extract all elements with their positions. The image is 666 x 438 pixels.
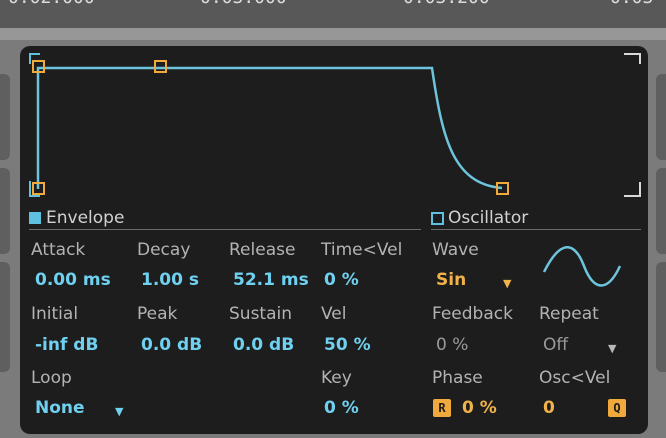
quantize-button[interactable]: Q — [608, 399, 626, 417]
envelope-section-title: Envelope — [46, 208, 125, 228]
peak-label: Peak — [137, 304, 178, 324]
right-device-edge — [656, 168, 666, 254]
time-vel-value[interactable]: 0 % — [324, 270, 359, 290]
right-device-edge — [656, 74, 666, 160]
left-device-edge — [0, 262, 10, 372]
loop-mode-dropdown[interactable]: None — [35, 398, 85, 418]
attack-label: Attack — [31, 240, 86, 260]
repeat-dropdown[interactable]: Off — [543, 335, 568, 355]
phase-retrigger-button[interactable]: R — [433, 399, 451, 417]
sine-wave-icon — [542, 246, 622, 287]
arrangement-time-ruler: 0:02:000 0:03:000 0:03:200 0:03 — [0, 0, 666, 28]
vel-value[interactable]: 50 % — [324, 335, 371, 355]
corner-bracket — [624, 53, 641, 64]
decay-breakpoint-handle[interactable] — [154, 60, 167, 73]
oscillator-section-indicator-icon — [431, 212, 444, 225]
osc-vel-label: Osc<Vel — [539, 368, 611, 388]
wave-dropdown-chevron-icon[interactable]: ▼ — [503, 277, 511, 290]
section-divider — [29, 229, 421, 230]
sustain-value[interactable]: 0.0 dB — [233, 335, 294, 355]
initial-label: Initial — [31, 304, 79, 324]
ruler-band — [0, 28, 666, 40]
wave-label: Wave — [432, 240, 479, 260]
key-label: Key — [321, 368, 352, 388]
wave-type-dropdown[interactable]: Sin — [436, 270, 466, 290]
left-device-edge — [0, 74, 10, 160]
decay-value[interactable]: 1.00 s — [141, 270, 199, 290]
key-value[interactable]: 0 % — [324, 398, 359, 418]
initial-value[interactable]: -inf dB — [35, 335, 98, 355]
loop-label: Loop — [31, 368, 72, 388]
corner-bracket — [624, 182, 641, 197]
attack-value[interactable]: 0.00 ms — [35, 270, 111, 290]
ruler-time-2: 0:03:000 — [200, 0, 287, 8]
feedback-value[interactable]: 0 % — [436, 335, 468, 355]
corner-bracket — [29, 53, 40, 64]
sustain-label: Sustain — [229, 304, 293, 324]
release-value[interactable]: 52.1 ms — [233, 270, 309, 290]
peak-value[interactable]: 0.0 dB — [141, 335, 202, 355]
left-device-edge — [0, 168, 10, 254]
vel-label: Vel — [321, 304, 347, 324]
ruler-time-3: 0:03:200 — [403, 0, 490, 8]
release-label: Release — [229, 240, 296, 260]
right-device-edge — [656, 262, 666, 372]
phase-label: Phase — [432, 368, 483, 388]
oscillator-section-title: Oscillator — [448, 208, 529, 228]
osc-vel-value[interactable]: 0 — [543, 398, 555, 418]
envelope-device-panel: Envelope Oscillator Attack 0.00 ms Decay… — [20, 46, 648, 434]
envelope-curve — [36, 66, 503, 190]
ruler-time-1: 0:02:000 — [8, 0, 95, 8]
time-vel-label: Time<Vel — [321, 240, 403, 260]
loop-dropdown-chevron-icon[interactable]: ▼ — [115, 405, 123, 418]
envelope-section-indicator-icon — [29, 212, 41, 224]
ruler-time-4: 0:03 — [610, 0, 653, 8]
decay-label: Decay — [137, 240, 191, 260]
repeat-dropdown-chevron-icon[interactable]: ▼ — [608, 342, 616, 355]
feedback-label: Feedback — [432, 304, 513, 324]
section-divider — [431, 229, 641, 230]
envelope-display[interactable] — [20, 46, 648, 206]
phase-value[interactable]: 0 % — [462, 398, 497, 418]
repeat-label: Repeat — [539, 304, 599, 324]
